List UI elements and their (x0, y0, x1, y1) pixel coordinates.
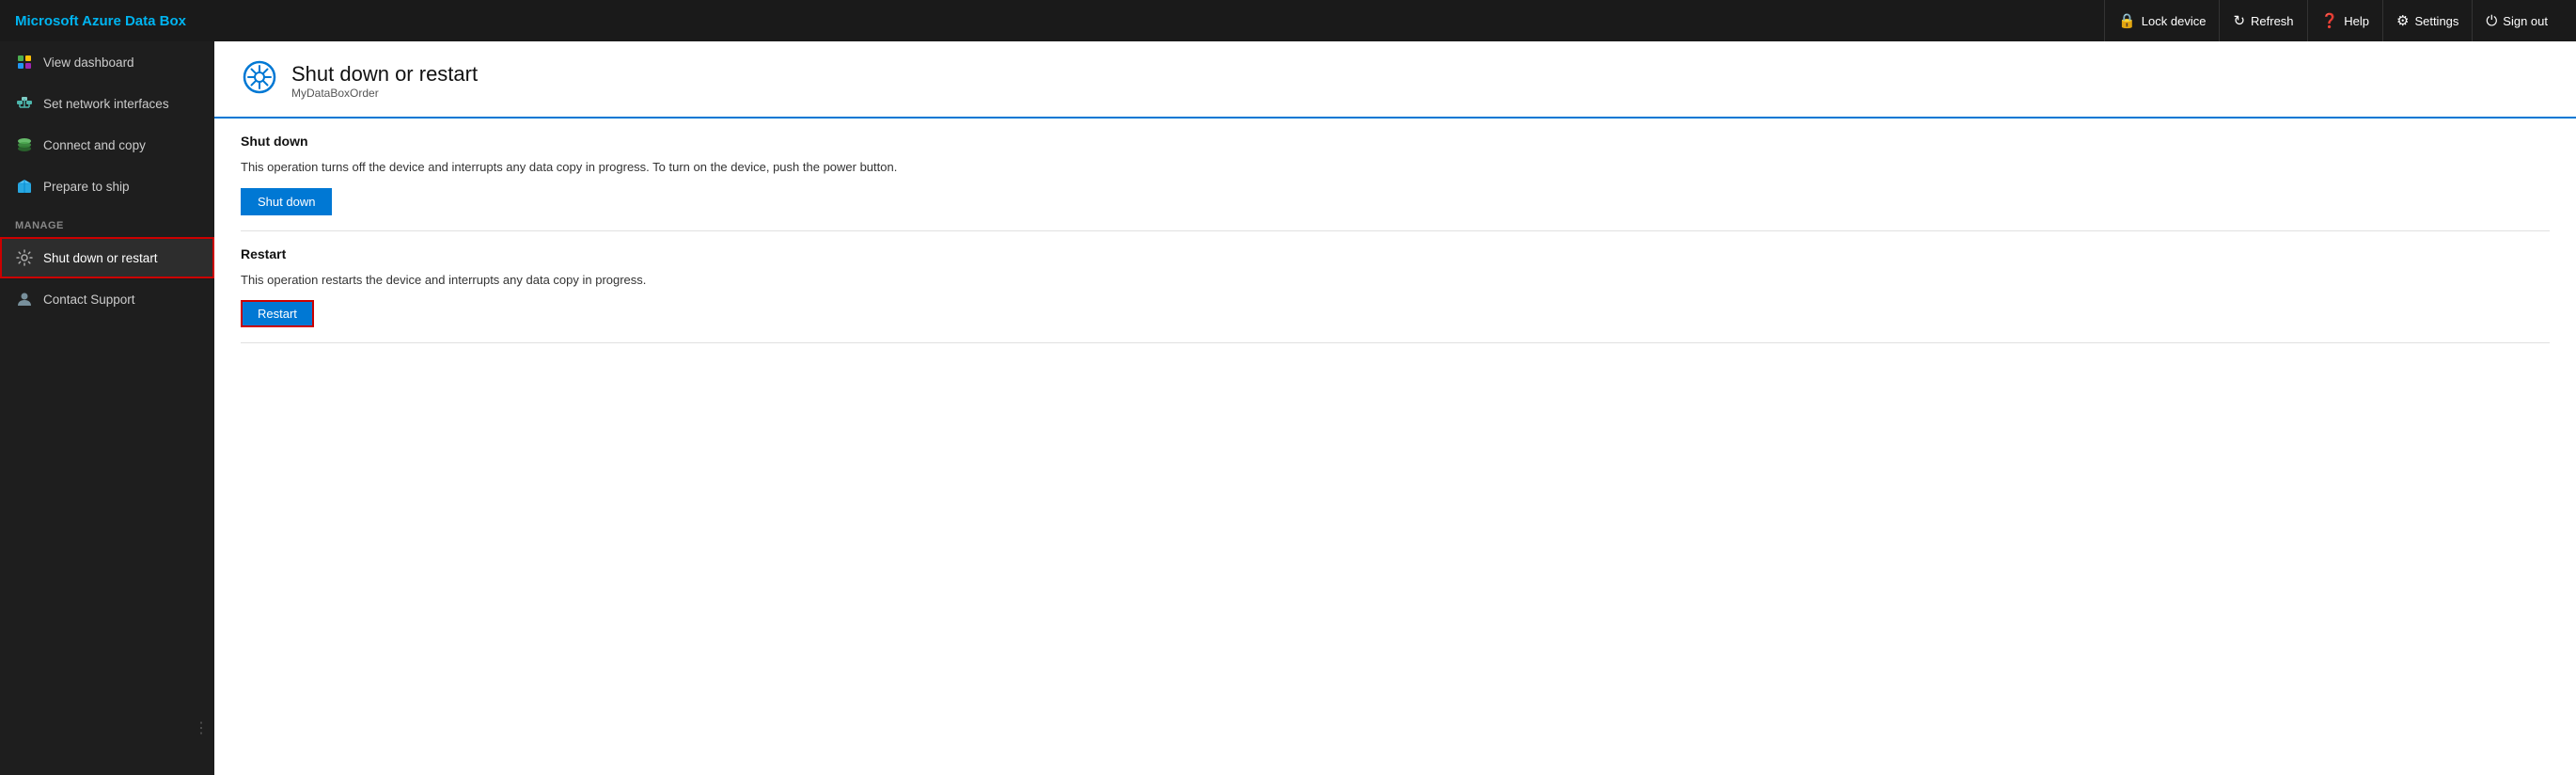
page-title: Shut down or restart (291, 62, 478, 87)
sidebar: View dashboard Set network interfaces (0, 41, 214, 775)
shutdown-title: Shut down (241, 134, 2550, 149)
drag-handle[interactable]: ⋮ (194, 719, 209, 737)
page-subtitle: MyDataBoxOrder (291, 87, 478, 100)
restart-button[interactable]: Restart (241, 300, 314, 327)
sidebar-item-shut-down-or-restart[interactable]: Shut down or restart (0, 237, 214, 278)
sidebar-item-label: Set network interfaces (43, 97, 169, 111)
shutdown-button[interactable]: Shut down (241, 188, 332, 215)
refresh-button[interactable]: ↻ Refresh (2219, 0, 2306, 41)
network-icon (15, 94, 34, 113)
grid-icon (15, 53, 34, 71)
page-header: Shut down or restart MyDataBoxOrder (214, 41, 2576, 119)
content-area: Shut down This operation turns off the d… (214, 119, 2576, 775)
sign-out-button[interactable]: ⏻ Sign out (2472, 0, 2561, 41)
help-label: Help (2344, 14, 2369, 28)
main-content: Shut down or restart MyDataBoxOrder Shut… (214, 41, 2576, 775)
sidebar-item-label: Contact Support (43, 293, 135, 307)
page-header-icon (241, 58, 278, 103)
sidebar-item-prepare-to-ship[interactable]: Prepare to ship (0, 166, 214, 207)
person-icon (15, 290, 34, 308)
sidebar-item-label: Prepare to ship (43, 180, 130, 194)
sidebar-item-connect-and-copy[interactable]: Connect and copy (0, 124, 214, 166)
help-icon: ❓ (2321, 12, 2339, 29)
sidebar-item-label: Connect and copy (43, 138, 146, 152)
settings-icon: ⚙ (2396, 12, 2409, 29)
top-nav-actions: 🔒 Lock device ↻ Refresh ❓ Help ⚙ Setting… (2104, 0, 2561, 41)
layers-icon (15, 135, 34, 154)
restart-description: This operation restarts the device and i… (241, 271, 2550, 290)
box-icon (15, 177, 34, 196)
page-header-text: Shut down or restart MyDataBoxOrder (291, 62, 478, 100)
main-layout: View dashboard Set network interfaces (0, 41, 2576, 775)
settings-label: Settings (2414, 14, 2458, 28)
sidebar-item-label: View dashboard (43, 55, 134, 70)
sidebar-item-label: Shut down or restart (43, 251, 158, 265)
restart-title: Restart (241, 246, 2550, 261)
lock-device-button[interactable]: 🔒 Lock device (2104, 0, 2219, 41)
sign-out-label: Sign out (2503, 14, 2548, 28)
shutdown-description: This operation turns off the device and … (241, 158, 2550, 177)
top-nav: Microsoft Azure Data Box 🔒 Lock device ↻… (0, 0, 2576, 41)
sidebar-item-set-network-interfaces[interactable]: Set network interfaces (0, 83, 214, 124)
sidebar-item-contact-support[interactable]: Contact Support (0, 278, 214, 320)
lock-icon: 🔒 (2118, 12, 2136, 29)
brand-title: Microsoft Azure Data Box (15, 13, 186, 29)
refresh-label: Refresh (2251, 14, 2294, 28)
gear-icon (15, 248, 34, 267)
lock-device-label: Lock device (2142, 14, 2207, 28)
settings-button[interactable]: ⚙ Settings (2382, 0, 2472, 41)
restart-section: Restart This operation restarts the devi… (241, 231, 2550, 344)
sidebar-item-view-dashboard[interactable]: View dashboard (0, 41, 214, 83)
refresh-icon: ↻ (2233, 12, 2245, 29)
sign-out-icon: ⏻ (2486, 13, 2497, 29)
manage-section-label: MANAGE (0, 207, 214, 237)
shutdown-section: Shut down This operation turns off the d… (241, 119, 2550, 231)
help-button[interactable]: ❓ Help (2307, 0, 2382, 41)
